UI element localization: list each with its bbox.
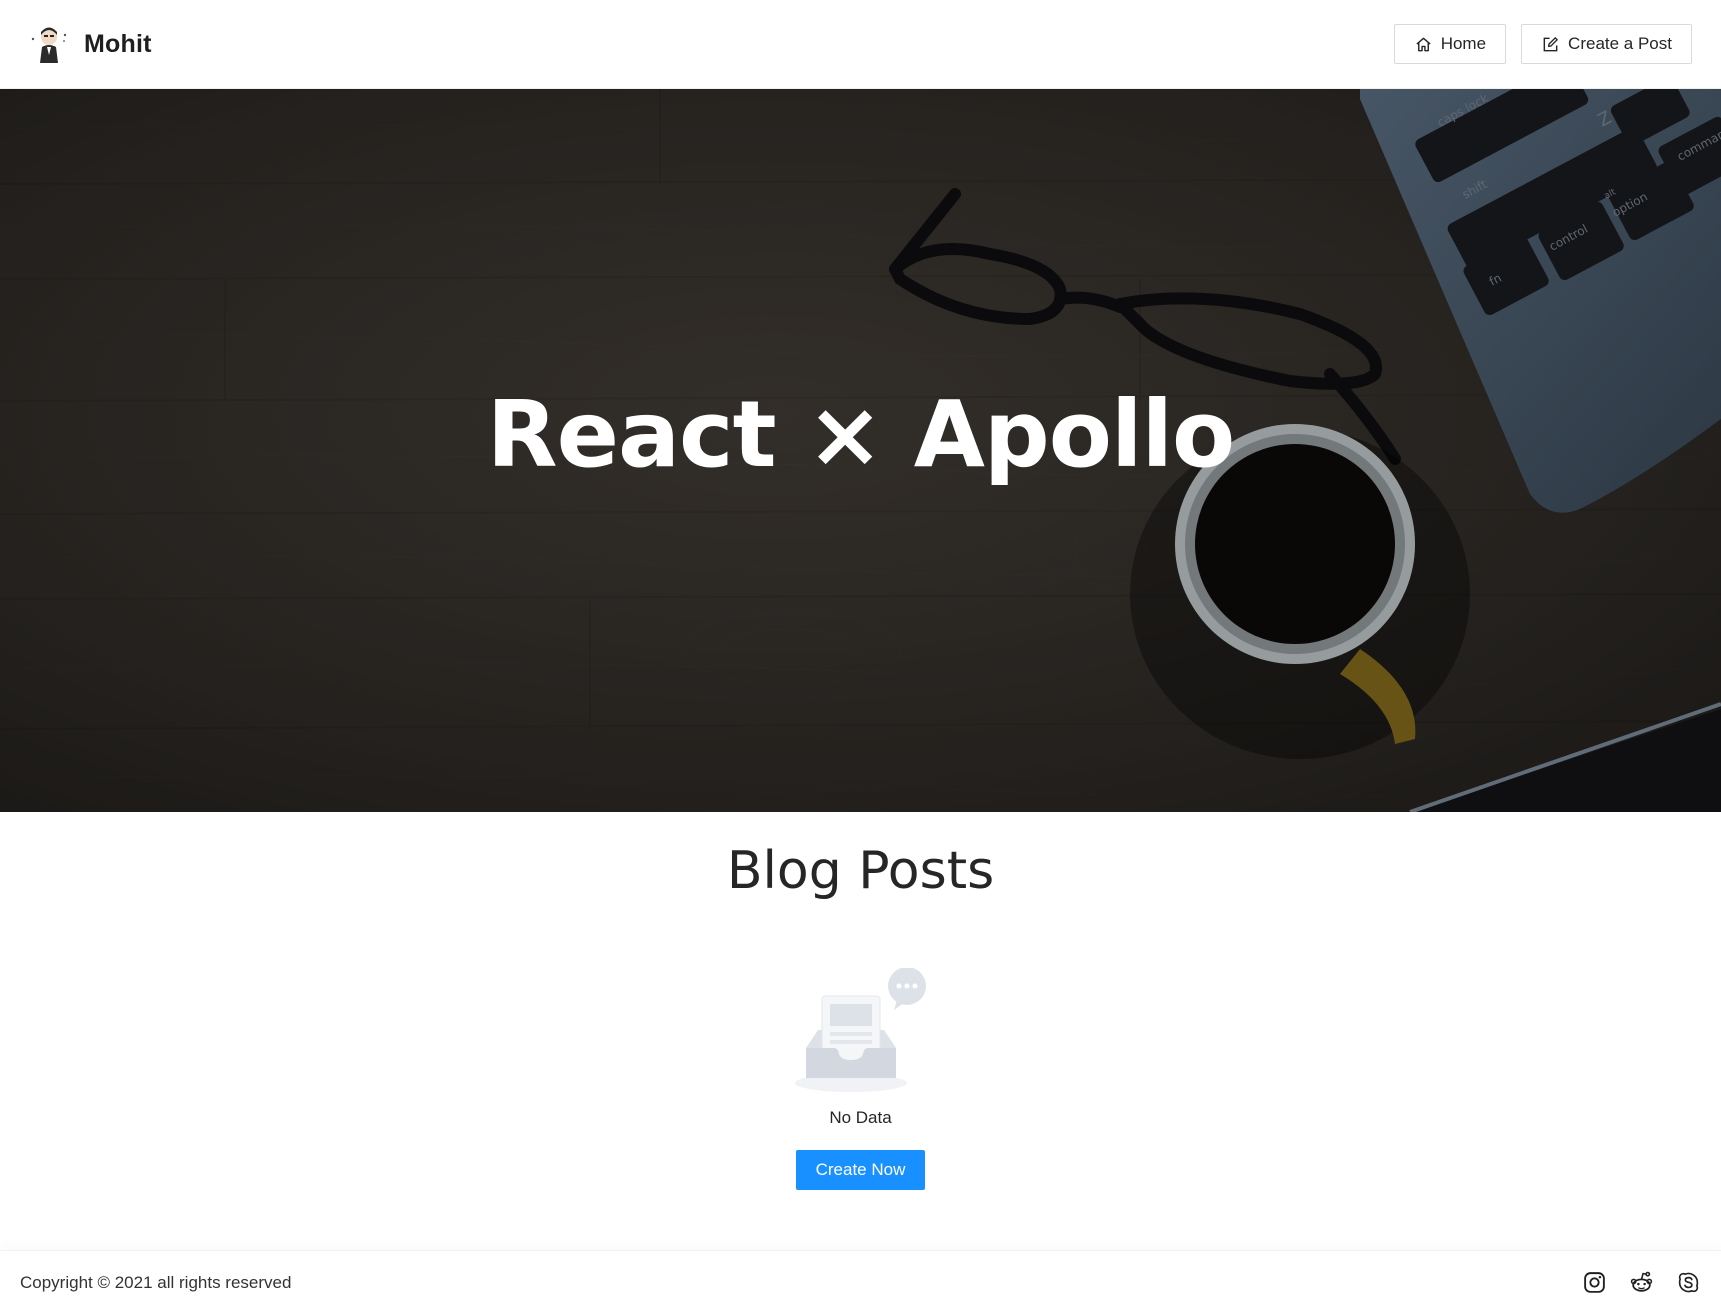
empty-inbox-icon [794, 968, 926, 1092]
home-button[interactable]: Home [1393, 24, 1507, 64]
create-post-button-label: Create a Post [1568, 34, 1672, 53]
empty-state: No Data Create Now [0, 968, 1721, 1190]
copyright-text: Copyright © 2021 all rights reserved [20, 1272, 292, 1292]
brand[interactable]: Mohit [28, 23, 152, 65]
social-links [1582, 1270, 1701, 1295]
site-header: Mohit Home Create a Post [0, 0, 1721, 89]
create-post-button[interactable]: Create a Post [1521, 24, 1692, 64]
reddit-icon[interactable] [1629, 1270, 1654, 1295]
home-button-label: Home [1440, 34, 1487, 53]
skype-icon[interactable] [1676, 1270, 1701, 1295]
instagram-icon[interactable] [1582, 1270, 1607, 1295]
blog-posts-heading: Blog Posts [726, 841, 995, 901]
avatar [31, 27, 67, 63]
top-nav: Home Create a Post [1393, 24, 1692, 64]
create-now-button[interactable]: Create Now [795, 1150, 926, 1190]
brand-name: Mohit [84, 29, 152, 58]
site-footer: Copyright © 2021 all rights reserved [0, 1250, 1721, 1314]
home-icon [1416, 37, 1431, 51]
edit-icon [1543, 36, 1558, 51]
no-data-text: No Data [829, 1108, 892, 1127]
hero-title: React × Apollo [486, 381, 1236, 488]
hero-banner: caps lock shift fn control option alt Z … [0, 89, 1721, 812]
